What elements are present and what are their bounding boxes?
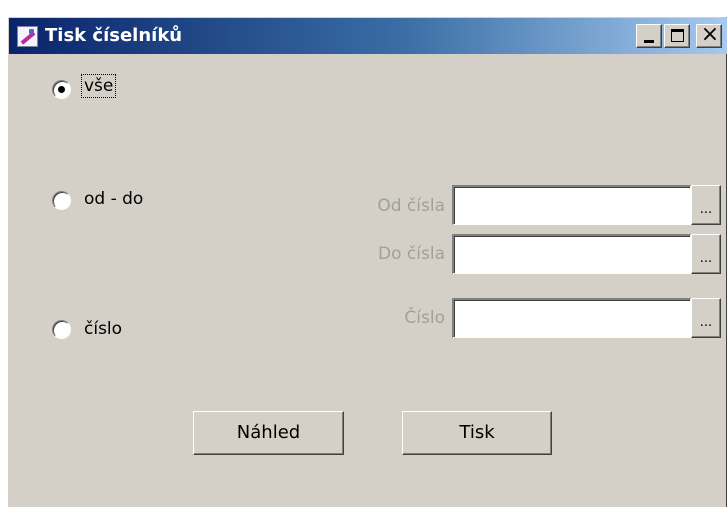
preview-button[interactable]: Náhled — [193, 411, 344, 455]
close-icon: × — [700, 22, 720, 47]
to-number-browse-button[interactable]: ... — [691, 234, 721, 274]
maximize-button[interactable] — [664, 24, 690, 48]
to-number-input[interactable] — [452, 234, 691, 274]
radio-all[interactable] — [52, 80, 71, 99]
radio-number-label[interactable]: číslo — [84, 319, 122, 339]
radio-range[interactable] — [52, 191, 71, 210]
app-icon — [17, 26, 38, 47]
radio-all-label-text: vše — [81, 74, 117, 98]
minimize-icon — [644, 40, 654, 43]
number-browse-button[interactable]: ... — [691, 298, 721, 338]
print-button[interactable]: Tisk — [402, 411, 552, 455]
from-number-label: Od čísla — [377, 196, 445, 216]
radio-number[interactable] — [52, 320, 71, 339]
print-dictionaries-window: Tisk číselníků × vše od - do číslo Od čí… — [8, 17, 727, 507]
number-label: Číslo — [404, 308, 445, 328]
to-number-label: Do čísla — [378, 244, 445, 264]
maximize-icon — [671, 29, 684, 42]
close-button[interactable]: × — [696, 22, 722, 48]
radio-range-label[interactable]: od - do — [84, 189, 143, 209]
window-title: Tisk číselníků — [45, 25, 183, 46]
from-number-input[interactable] — [452, 185, 691, 225]
minimize-button[interactable] — [636, 24, 662, 48]
radio-all-label[interactable]: vše — [81, 74, 117, 98]
number-input[interactable] — [452, 298, 691, 338]
from-number-browse-button[interactable]: ... — [691, 185, 721, 225]
title-bar[interactable]: Tisk číselníků × — [9, 18, 727, 54]
